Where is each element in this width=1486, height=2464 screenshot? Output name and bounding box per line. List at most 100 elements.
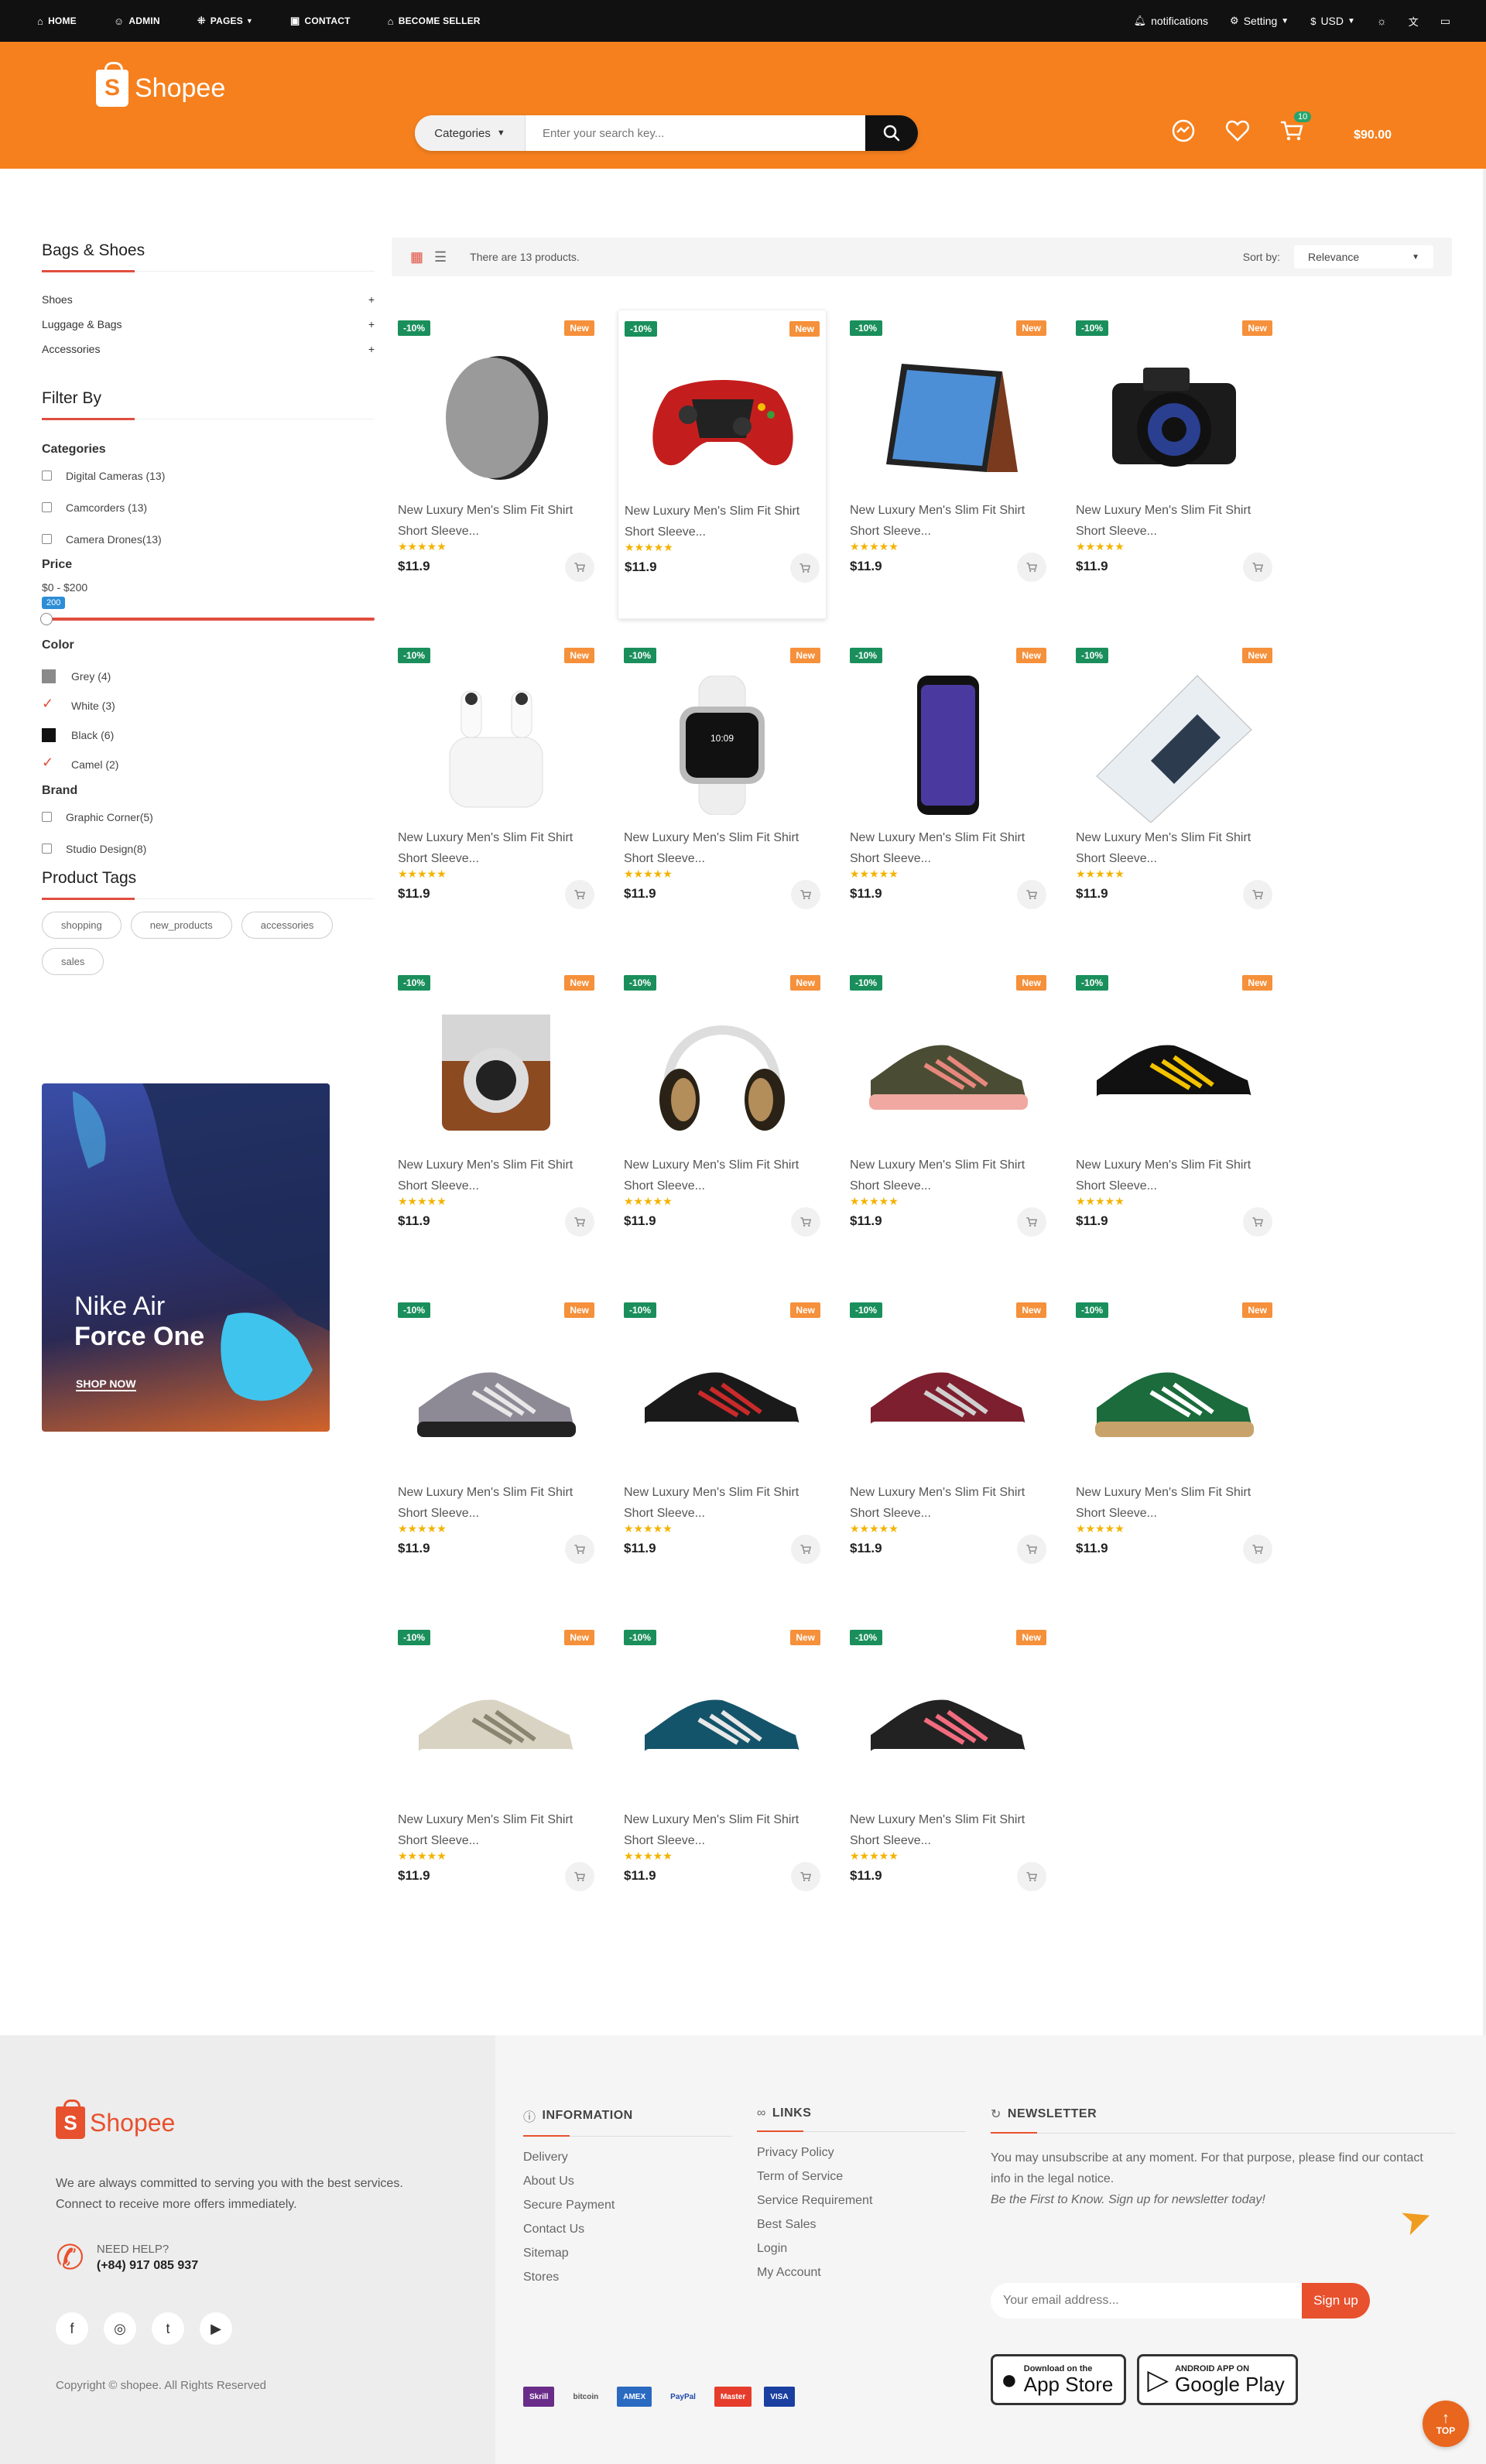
category-link[interactable]: ipad (616, 187, 636, 199)
language-toggle[interactable]: 文 (1409, 14, 1419, 29)
category-link[interactable]: footwear (876, 187, 918, 199)
sneaker-black-yellow-icon[interactable] (1085, 995, 1263, 1150)
add-to-cart-button[interactable] (1017, 1862, 1046, 1891)
shop-now-link[interactable]: SHOP NOW (76, 1377, 136, 1391)
product-title[interactable]: New Luxury Men's Slim Fit Shirt Short Sl… (398, 1809, 599, 1851)
add-to-cart-button[interactable] (565, 1207, 594, 1237)
add-to-cart-button[interactable] (791, 1862, 820, 1891)
footer-link[interactable]: My Account (757, 2266, 966, 2290)
add-to-cart-button[interactable] (790, 553, 820, 583)
app-store-button[interactable]: ● Download on the App Store (991, 2354, 1127, 2405)
product-title[interactable]: New Luxury Men's Slim Fit Shirt Short Sl… (625, 501, 826, 542)
color-swatch[interactable] (42, 755, 56, 772)
add-to-cart-button[interactable] (1017, 880, 1046, 909)
help-phone[interactable]: (+84) 917 085 937 (97, 2259, 198, 2273)
product-title[interactable]: New Luxury Men's Slim Fit Shirt Short Sl… (398, 500, 599, 542)
sneaker-olive-icon[interactable] (859, 995, 1037, 1150)
list-view-icon[interactable]: ☰ (434, 249, 447, 265)
product-card[interactable]: -10% New New Luxury Men's Slim Fit Shirt S… (618, 310, 827, 619)
footer-link[interactable]: Login (757, 2242, 966, 2266)
category-link[interactable]: iphone (563, 187, 596, 199)
speaker-icon[interactable] (407, 341, 585, 495)
phone-icon[interactable] (859, 668, 1037, 823)
footer-info-link[interactable]: Stores (523, 2271, 732, 2295)
top-nav-become-seller[interactable]: ⌂ BECOME SELLER (388, 15, 481, 27)
product-title[interactable]: New Luxury Men's Slim Fit Shirt Short Sl… (1076, 1155, 1277, 1196)
top-nav-contact[interactable]: ▣ CONTACT (290, 15, 351, 27)
grid-view-icon[interactable]: ▦ (410, 249, 423, 265)
product-title[interactable]: New Luxury Men's Slim Fit Shirt Short Sl… (624, 1155, 825, 1196)
product-title[interactable]: New Luxury Men's Slim Fit Shirt Short Sl… (850, 500, 1051, 542)
sneaker-maroon-icon[interactable] (859, 1323, 1037, 1477)
product-card[interactable]: -10% New New Luxury Men's Slim Fit Shirt S… (392, 964, 601, 1274)
plus-icon[interactable]: + (368, 318, 375, 330)
signup-button[interactable]: Sign up (1302, 2283, 1370, 2319)
product-title[interactable]: New Luxury Men's Slim Fit Shirt Short Sl… (398, 827, 599, 869)
sneaker-black-icon[interactable] (633, 1323, 811, 1477)
filter-category-item[interactable]: Camera Drones(13) (42, 523, 375, 555)
sneaker-black-pink-icon[interactable] (859, 1650, 1037, 1805)
plus-icon[interactable]: + (368, 343, 375, 355)
google-play-button[interactable]: ▷ ANDROID APP ON Google Play (1137, 2354, 1298, 2405)
price-slider[interactable]: 200 (40, 597, 375, 628)
checkbox[interactable] (42, 471, 52, 481)
search-input[interactable] (526, 115, 865, 151)
twitter-icon[interactable]: t (152, 2312, 184, 2345)
add-to-cart-button[interactable] (1017, 1535, 1046, 1564)
category-link[interactable]: cosmetics (707, 187, 755, 199)
color-filter-item[interactable]: Camel (2) (42, 750, 375, 779)
footer-link[interactable]: Service Requirement (757, 2194, 966, 2218)
brand-logo[interactable]: S Shopee (96, 62, 225, 107)
footer-link[interactable]: Privacy Policy (757, 2146, 966, 2170)
tag-pill[interactable]: new_products (130, 912, 232, 939)
youtube-icon[interactable]: ▶ (200, 2312, 232, 2345)
product-title[interactable]: New Luxury Men's Slim Fit Shirt Short Sl… (850, 827, 1051, 869)
tag-pill[interactable]: shopping (42, 912, 122, 939)
product-card[interactable]: -10% New New Luxury Men's Slim Fit Shirt S… (392, 1619, 601, 1928)
headphones-icon[interactable] (633, 995, 811, 1150)
cart-button[interactable]: 10 (1279, 111, 1312, 146)
product-card[interactable]: -10% New New Luxury Men's Slim Fit Shirt S… (1070, 964, 1279, 1274)
color-filter-item[interactable]: Black (6) (42, 720, 375, 750)
category-link[interactable]: electronic device (1040, 187, 1121, 199)
add-to-cart-button[interactable] (791, 1535, 820, 1564)
checkbox[interactable] (42, 534, 52, 544)
product-card[interactable]: -10% New New Luxury Men's Slim Fit Shirt S… (392, 637, 601, 946)
add-to-cart-button[interactable] (1243, 880, 1272, 909)
top-nav-admin[interactable]: ☺ ADMIN (114, 15, 160, 27)
product-title[interactable]: New Luxury Men's Slim Fit Shirt Short Sl… (624, 1809, 825, 1851)
sneaker-teal-icon[interactable] (633, 1650, 811, 1805)
footer-info-link[interactable]: Sitemap (523, 2247, 732, 2271)
camera-icon[interactable] (1085, 341, 1263, 495)
color-swatch[interactable] (42, 728, 56, 742)
add-to-cart-button[interactable] (1243, 1207, 1272, 1237)
add-to-cart-button[interactable] (1243, 553, 1272, 582)
add-to-cart-button[interactable] (791, 1207, 820, 1237)
add-to-cart-button[interactable] (565, 880, 594, 909)
product-card[interactable]: -10% New New Luxury Men's Slim Fit Shirt S… (618, 1619, 827, 1928)
product-card[interactable]: -10% New 10:09 New Luxury Men's Slim Fit Sh… (618, 637, 827, 946)
sidebar-category-item[interactable]: Shoes + (42, 287, 375, 312)
product-card[interactable]: -10% New New Luxury Men's Slim Fit Shirt S… (844, 964, 1053, 1274)
search-category-select[interactable]: Categories ▼ (415, 115, 526, 151)
checkbox[interactable] (42, 844, 52, 854)
category-link[interactable]: glasses (507, 187, 543, 199)
fullscreen-toggle[interactable]: ▭ (1440, 15, 1450, 28)
product-card[interactable]: -10% New New Luxury Men's Slim Fit Shirt S… (1070, 1292, 1279, 1601)
product-card[interactable]: -10% New New Luxury Men's Slim Fit Shirt S… (392, 310, 601, 619)
wishlist-button[interactable] (1224, 118, 1251, 146)
product-card[interactable]: -10% New New Luxury Men's Slim Fit Shirt S… (844, 637, 1053, 946)
top-nav-home[interactable]: ⌂ HOME (37, 15, 77, 27)
laptop-icon[interactable] (1085, 668, 1263, 823)
product-card[interactable]: -10% New New Luxury Men's Slim Fit Shirt S… (392, 1292, 601, 1601)
notifications-link[interactable]: 🔔︎ notifications (1134, 15, 1208, 27)
color-filter-item[interactable]: Grey (4) (42, 662, 375, 691)
footer-link[interactable]: Term of Service (757, 2170, 966, 2194)
smartwatch-icon[interactable]: 10:09 (633, 668, 811, 823)
category-link[interactable]: bike (1141, 187, 1161, 199)
color-filter-item[interactable]: White (3) (42, 691, 375, 720)
add-to-cart-button[interactable] (565, 553, 594, 582)
brand-filter-item[interactable]: Studio Design(8) (42, 833, 375, 864)
product-card[interactable]: -10% New New Luxury Men's Slim Fit Shirt S… (844, 1292, 1053, 1601)
product-card[interactable]: -10% New New Luxury Men's Slim Fit Shirt S… (844, 310, 1053, 619)
